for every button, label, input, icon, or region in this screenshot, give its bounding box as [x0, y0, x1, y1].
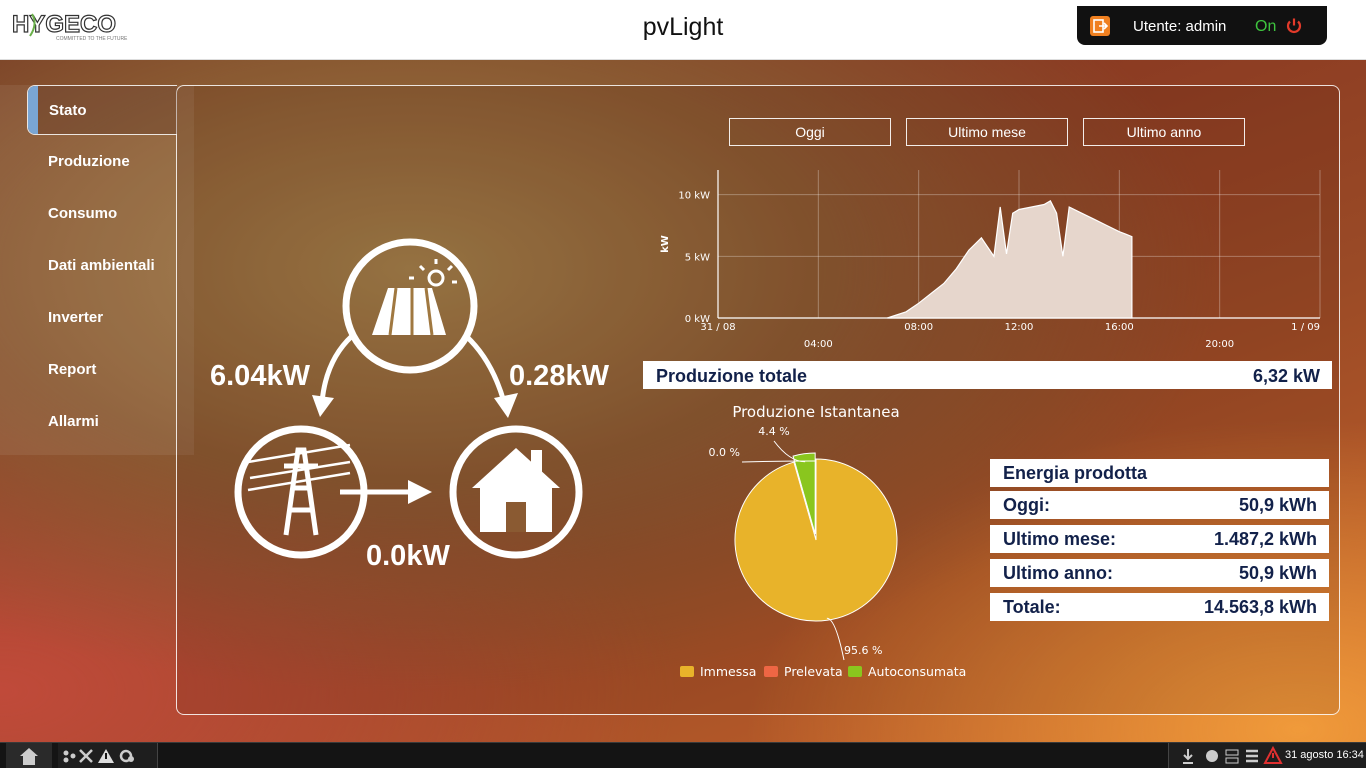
solar-panel-icon	[342, 238, 478, 374]
sidebar-item-label: Dati ambientali	[48, 257, 155, 274]
energy-label: Ultimo mese:	[1003, 529, 1117, 549]
sidebar-item-consumo[interactable]: Consumo	[27, 189, 177, 239]
header: HYGECO COMMITTED TO THE FUTURE pvLight U…	[0, 0, 1366, 60]
production-total-bar: Produzione totale 6,32 kW	[643, 361, 1332, 389]
sidebar-item-report[interactable]: Report	[27, 345, 177, 395]
period-ultimo-mese-button[interactable]: Ultimo mese	[906, 118, 1068, 146]
network-icon[interactable]	[63, 750, 76, 763]
logout-icon[interactable]	[1090, 16, 1110, 36]
taskbar-home-button[interactable]	[6, 743, 52, 768]
pie-value-label: 95.6 %	[844, 644, 882, 657]
period-ultimo-anno-button[interactable]: Ultimo anno	[1083, 118, 1245, 146]
energy-value: 1.487,2 kWh	[1213, 529, 1317, 549]
warning-icon[interactable]	[98, 749, 114, 763]
y-tick-label: 10 kW	[678, 191, 710, 202]
alert-icon[interactable]	[1263, 745, 1283, 764]
status-on: On	[1255, 18, 1277, 35]
legend-swatch	[848, 666, 862, 677]
solar-to-grid-value: 6.04kW	[210, 360, 310, 392]
taskbar-clock: 31 agosto 16:34	[1285, 749, 1364, 761]
system-tray: 31 agosto 16:34	[1168, 743, 1366, 768]
grid-to-home-value: 0.0kW	[366, 540, 450, 572]
energy-value: 14.563,8 kWh	[1203, 597, 1317, 617]
production-total-label: Produzione totale	[656, 366, 808, 386]
sidebar-item-dati-ambientali[interactable]: Dati ambientali	[27, 241, 177, 291]
pie-value-label: 4.4 %	[758, 425, 789, 438]
sidebar-item-allarmi[interactable]: Allarmi	[27, 397, 177, 447]
instant-production-pie-chart: Produzione Istantanea 95.6 % 0.0 % 4.4 % I…	[680, 403, 966, 679]
sidebar-item-label: Allarmi	[48, 413, 99, 430]
taskbar-launchers	[58, 743, 158, 768]
energy-flow-diagram	[234, 238, 583, 559]
energy-row-ultimo-anno: Ultimo anno: 50,9 kWh	[990, 559, 1329, 587]
legend-swatch	[764, 666, 778, 677]
pie-slice-immessa[interactable]	[734, 458, 898, 622]
energy-row-ultimo-mese: Ultimo mese: 1.487,2 kWh	[990, 525, 1329, 553]
production-area-series	[887, 199, 1133, 319]
legend-label[interactable]: Autoconsumata	[868, 664, 966, 679]
energy-title: Energia prodotta	[1003, 463, 1148, 483]
taskbar: 31 agosto 16:34	[0, 742, 1366, 768]
download-icon[interactable]	[1183, 749, 1193, 764]
house-icon	[449, 425, 583, 559]
sidebar-item-produzione[interactable]: Produzione	[27, 137, 177, 187]
y-axis-label: kW	[660, 235, 671, 253]
sidebar-item-label: Stato	[49, 102, 87, 119]
x-tick-label: 16:00	[1105, 322, 1134, 333]
x-tick-label: 1 / 09	[1291, 322, 1320, 333]
energy-label: Totale:	[1003, 597, 1061, 617]
power-icon[interactable]	[1285, 17, 1303, 35]
pie-title: Produzione Istantanea	[732, 403, 899, 421]
user-panel: Utente: admin On	[1077, 6, 1327, 45]
sidebar-item-label: Inverter	[48, 309, 104, 326]
globe-icon[interactable]	[1206, 750, 1218, 762]
energy-label: Ultimo anno:	[1003, 563, 1113, 583]
energy-row-oggi: Oggi: 50,9 kWh	[990, 491, 1329, 519]
energy-row-totale: Totale: 14.563,8 kWh	[990, 593, 1329, 621]
sidebar-item-stato[interactable]: Stato	[27, 85, 177, 135]
x-tick-label: 04:00	[804, 339, 833, 350]
energy-value: 50,9 kWh	[1238, 563, 1317, 583]
home-icon	[20, 748, 38, 765]
legend-label[interactable]: Prelevata	[784, 664, 843, 679]
x-tick-label: 20:00	[1205, 339, 1234, 350]
settings-icon[interactable]	[119, 749, 134, 763]
x-tick-label: 12:00	[1005, 322, 1034, 333]
energy-label: Oggi:	[1003, 495, 1050, 515]
pie-value-label: 0.0 %	[709, 446, 740, 459]
y-tick-label: 5 kW	[685, 252, 710, 263]
legend-swatch	[680, 666, 694, 677]
sidebar-item-inverter[interactable]: Inverter	[27, 293, 177, 343]
sidebar-item-label: Consumo	[48, 205, 118, 222]
sidebar-item-label: Produzione	[48, 153, 130, 170]
sidebar-item-label: Report	[48, 361, 97, 378]
energy-value: 50,9 kWh	[1238, 495, 1317, 515]
x-tick-label: 08:00	[904, 322, 933, 333]
pie-leader-line	[826, 617, 845, 661]
user-label: Utente: admin	[1133, 18, 1227, 35]
tools-icon[interactable]	[79, 749, 93, 763]
list-icon[interactable]	[1246, 749, 1258, 763]
production-total-value: 6,32 kW	[1252, 366, 1320, 386]
solar-to-home-value: 0.28kW	[509, 360, 609, 392]
production-area-chart: 0 kW5 kW10 kWkW31 / 08 08:00 12:00 16:00 1 /…	[660, 170, 1321, 350]
network-tray-icon[interactable]	[1225, 749, 1239, 764]
energy-title-row: Energia prodotta	[990, 459, 1329, 487]
x-tick-label: 31 / 08	[700, 322, 735, 333]
period-oggi-button[interactable]: Oggi	[729, 118, 891, 146]
legend-label[interactable]: Immessa	[700, 664, 756, 679]
